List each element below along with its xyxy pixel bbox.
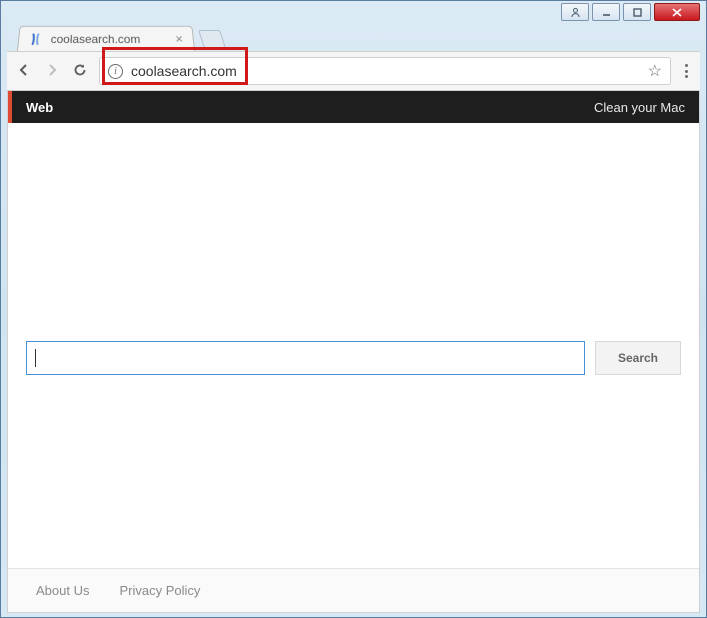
tab-strip: coolasearch.com ×: [1, 23, 706, 51]
new-tab-button[interactable]: [198, 30, 226, 48]
tab-title: coolasearch.com: [50, 32, 140, 46]
browser-toolbar: i coolasearch.com ☆: [7, 51, 700, 91]
tab-close-icon[interactable]: ×: [175, 32, 184, 47]
forward-button[interactable]: [43, 62, 61, 81]
footer-link-about[interactable]: About Us: [36, 583, 89, 598]
bookmark-star-icon[interactable]: ☆: [648, 61, 662, 81]
browser-tab[interactable]: coolasearch.com ×: [17, 26, 195, 51]
maximize-button[interactable]: [623, 3, 651, 21]
site-info-icon[interactable]: i: [108, 64, 123, 79]
user-button[interactable]: [561, 3, 589, 21]
reload-button[interactable]: [71, 62, 89, 81]
page-footer: About Us Privacy Policy: [8, 568, 699, 612]
browser-menu-button[interactable]: [681, 64, 692, 78]
window-titlebar: [1, 1, 706, 23]
browser-window: coolasearch.com × i coolasearch.com ☆ We…: [0, 0, 707, 618]
search-input[interactable]: [26, 341, 585, 375]
search-button-label: Search: [618, 351, 658, 365]
minimize-button[interactable]: [592, 3, 620, 21]
tab-favicon-icon: [28, 32, 43, 46]
url-text: coolasearch.com: [131, 63, 237, 79]
topbar-web-label[interactable]: Web: [26, 100, 53, 115]
back-button[interactable]: [15, 62, 33, 81]
topbar-clean-mac-link[interactable]: Clean your Mac: [594, 100, 685, 115]
close-button[interactable]: [654, 3, 700, 21]
text-cursor-icon: [35, 349, 36, 367]
page-viewport: Web Clean your Mac Search About Us Priva…: [7, 91, 700, 613]
footer-link-privacy[interactable]: Privacy Policy: [119, 583, 200, 598]
page-top-bar: Web Clean your Mac: [8, 91, 699, 123]
search-button[interactable]: Search: [595, 341, 681, 375]
search-area: Search: [8, 341, 699, 375]
address-bar[interactable]: i coolasearch.com ☆: [99, 57, 671, 85]
